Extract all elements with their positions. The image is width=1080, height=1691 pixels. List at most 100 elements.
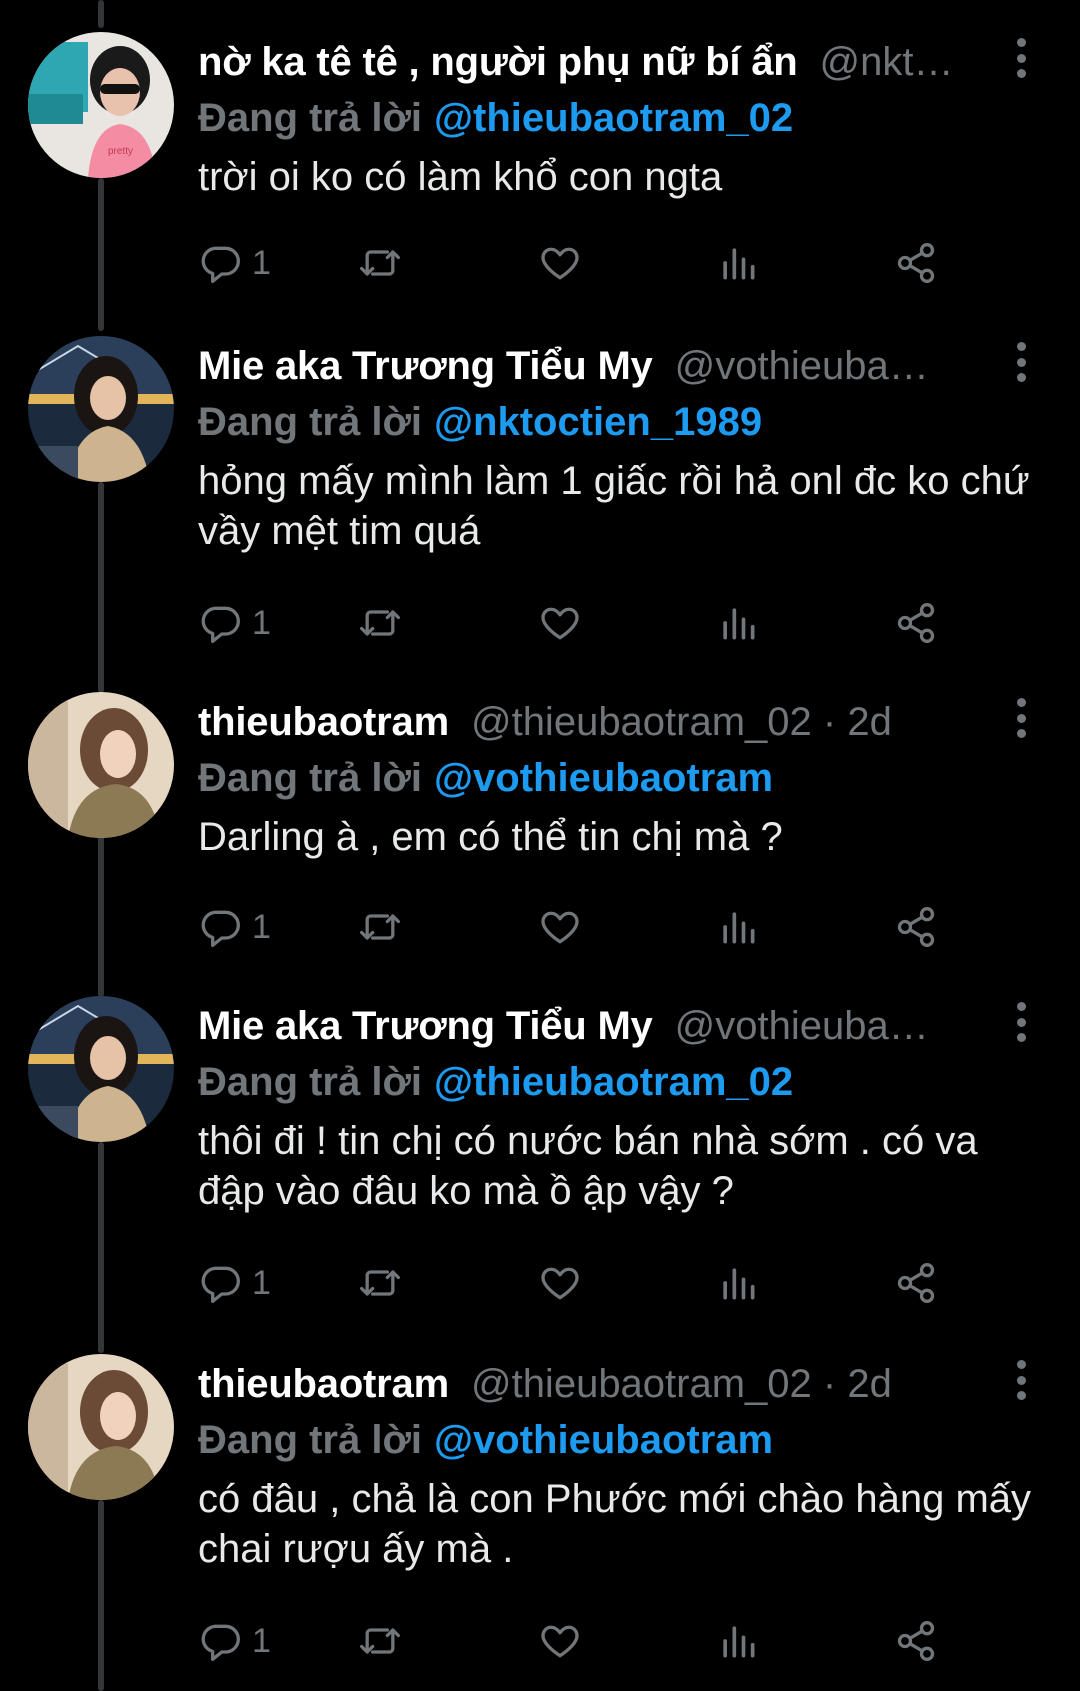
- retweet-icon: [360, 1628, 400, 1654]
- avatar[interactable]: [28, 692, 174, 838]
- replying-to: Đang trả lời @thieubaotram_02: [198, 1056, 1033, 1108]
- share-button[interactable]: [894, 1611, 938, 1671]
- thread-line: [98, 1500, 104, 1691]
- replying-to-handle[interactable]: @vothieubaotram: [434, 756, 773, 800]
- replying-to-handle[interactable]: @thieubaotram_02: [434, 1060, 793, 1104]
- views-chart-icon: [723, 1626, 755, 1658]
- thread-line: [98, 178, 104, 331]
- replying-to-label: Đang trả lời: [198, 96, 423, 140]
- replying-to: Đang trả lời @vothieubaotram: [198, 1414, 1033, 1466]
- avatar[interactable]: pretty: [28, 32, 174, 178]
- author-handle[interactable]: @thieubaotram_02 · 2d: [471, 692, 892, 752]
- like-button[interactable]: [538, 233, 582, 293]
- thread-line: [98, 482, 104, 693]
- retweet-button[interactable]: [358, 593, 402, 653]
- views-chart-icon: [723, 608, 755, 640]
- more-vertical-icon[interactable]: [1008, 698, 1034, 738]
- author-name[interactable]: Mie aka Trương Tiểu My: [198, 996, 653, 1056]
- reply-icon: [201, 910, 240, 947]
- reply-count: 1: [252, 1263, 271, 1302]
- tweet-text: Darling à , em có thể tin chị mà ?: [198, 815, 783, 859]
- replying-to-handle[interactable]: @thieubaotram_02: [434, 96, 793, 140]
- more-vertical-icon[interactable]: [1008, 342, 1034, 382]
- more-vertical-icon[interactable]: [1008, 38, 1034, 78]
- share-icon: [897, 243, 935, 283]
- tweet-actions: 1: [198, 897, 1028, 957]
- replying-to: Đang trả lời @thieubaotram_02: [198, 92, 1033, 144]
- author-name[interactable]: thieubaotram: [198, 692, 449, 752]
- share-button[interactable]: [894, 1253, 938, 1313]
- views-button[interactable]: [716, 1611, 760, 1671]
- reply-button[interactable]: 1: [198, 233, 271, 293]
- thread-line: [98, 1142, 104, 1353]
- reply-count: 1: [252, 907, 271, 946]
- share-button[interactable]: [894, 233, 938, 293]
- retweet-button[interactable]: [358, 233, 402, 293]
- reply-button[interactable]: 1: [198, 1611, 271, 1671]
- heart-icon: [541, 247, 579, 280]
- replying-to-handle[interactable]: @vothieubaotram: [434, 1418, 773, 1462]
- replying-to-label: Đang trả lời: [198, 400, 423, 444]
- replying-to-label: Đang trả lời: [198, 1418, 423, 1462]
- heart-icon: [541, 1625, 579, 1658]
- author-handle[interactable]: @vothieuba…: [675, 336, 929, 396]
- author-name[interactable]: nờ ka tê tê , người phụ nữ bí ẩn: [198, 32, 798, 92]
- like-button[interactable]: [538, 1253, 582, 1313]
- views-button[interactable]: [716, 593, 760, 653]
- author-name[interactable]: thieubaotram: [198, 1354, 449, 1414]
- reply-icon: [201, 1624, 240, 1661]
- tweet-text: trời oi ko có làm khổ con ngta: [198, 155, 723, 199]
- author-handle[interactable]: @vothieuba…: [675, 996, 929, 1056]
- share-button[interactable]: [894, 897, 938, 957]
- author-handle[interactable]: @thieubaotram_02 · 2d: [471, 1354, 892, 1414]
- heart-icon: [541, 911, 579, 944]
- retweet-icon: [360, 610, 400, 636]
- views-chart-icon: [723, 912, 755, 944]
- views-chart-icon: [723, 248, 755, 280]
- avatar[interactable]: [28, 1354, 174, 1500]
- views-button[interactable]: [716, 233, 760, 293]
- replying-to: Đang trả lời @vothieubaotram: [198, 752, 1033, 804]
- reply-icon: [201, 1266, 240, 1303]
- tweet-text: thôi đi ! tin chị có nước bán nhà sớm . …: [198, 1119, 978, 1213]
- like-button[interactable]: [538, 1611, 582, 1671]
- retweet-button[interactable]: [358, 897, 402, 957]
- retweet-icon: [360, 1270, 400, 1296]
- share-button[interactable]: [894, 593, 938, 653]
- more-vertical-icon[interactable]: [1008, 1002, 1034, 1042]
- author-handle[interactable]: @nkt…: [820, 32, 954, 92]
- reply-icon: [201, 246, 240, 283]
- share-icon: [897, 1263, 935, 1303]
- tweet-actions: 1: [198, 1611, 1028, 1671]
- avatar[interactable]: [28, 336, 174, 482]
- replying-to-label: Đang trả lời: [198, 756, 423, 800]
- replying-to-label: Đang trả lời: [198, 1060, 423, 1104]
- tweet-actions: 1: [198, 233, 1028, 293]
- views-button[interactable]: [716, 897, 760, 957]
- avatar[interactable]: [28, 996, 174, 1142]
- views-chart-icon: [723, 1268, 755, 1300]
- like-button[interactable]: [538, 593, 582, 653]
- thread-line: [98, 0, 104, 28]
- reply-button[interactable]: 1: [198, 1253, 271, 1313]
- thread-line: [98, 810, 104, 997]
- tweet-actions: 1: [198, 1253, 1028, 1313]
- heart-icon: [541, 607, 579, 640]
- share-icon: [897, 1621, 935, 1661]
- reply-button[interactable]: 1: [198, 593, 271, 653]
- tweet-text: có đâu , chả là con Phước mới chào hàng …: [198, 1477, 1032, 1571]
- share-icon: [897, 907, 935, 947]
- retweet-button[interactable]: [358, 1253, 402, 1313]
- more-vertical-icon[interactable]: [1008, 1360, 1034, 1400]
- replying-to-handle[interactable]: @nktoctien_1989: [434, 400, 762, 444]
- retweet-icon: [360, 914, 400, 940]
- reply-button[interactable]: 1: [198, 897, 271, 957]
- reply-count: 1: [252, 603, 271, 642]
- reply-icon: [201, 606, 240, 643]
- like-button[interactable]: [538, 897, 582, 957]
- retweet-button[interactable]: [358, 1611, 402, 1671]
- author-name[interactable]: Mie aka Trương Tiểu My: [198, 336, 653, 396]
- tweet-actions: 1: [198, 593, 1028, 653]
- heart-icon: [541, 1267, 579, 1300]
- views-button[interactable]: [716, 1253, 760, 1313]
